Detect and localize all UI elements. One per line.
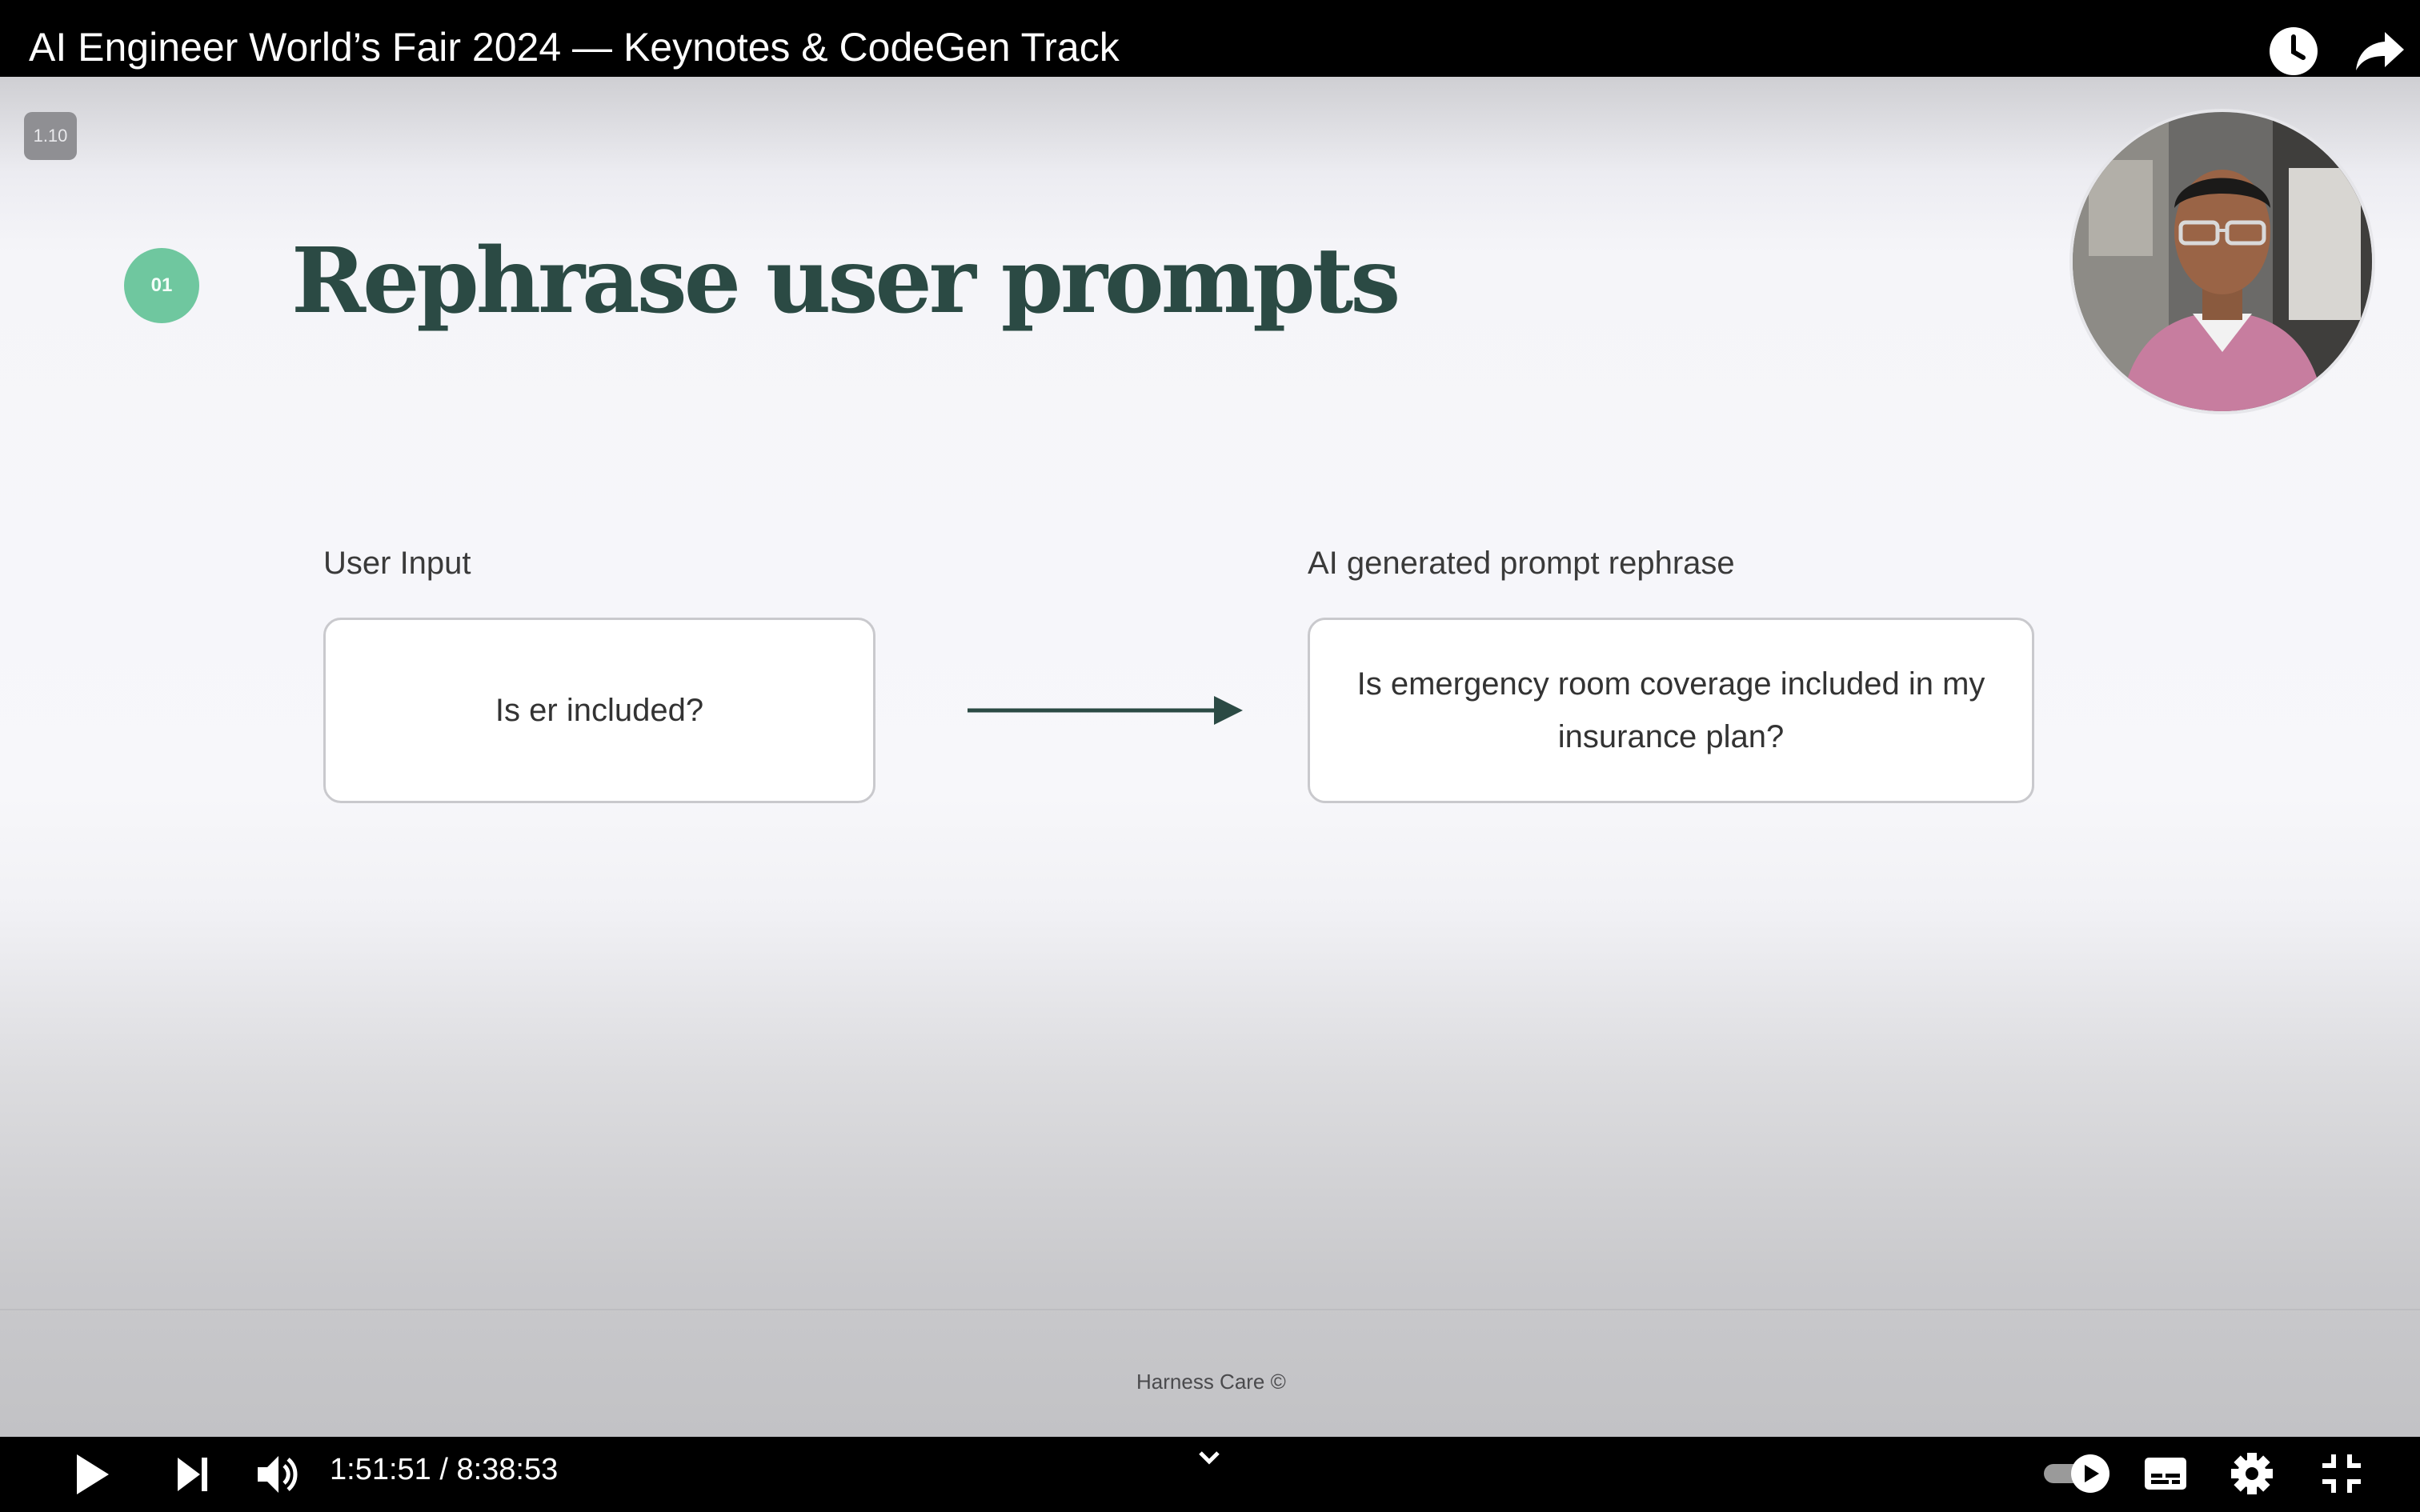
input-box: Is er included? <box>323 618 875 803</box>
autoplay-toggle[interactable] <box>2042 1451 2114 1500</box>
next-icon[interactable] <box>174 1454 211 1498</box>
output-text: Is emergency room coverage included in m… <box>1356 666 1985 754</box>
volume-icon[interactable] <box>254 1451 299 1502</box>
share-icon[interactable] <box>2353 26 2410 83</box>
input-label: User Input <box>323 546 471 581</box>
player-controls: 1:51:51 / 8:38:53 <box>0 1437 2420 1512</box>
top-bar: AI Engineer World’s Fair 2024 — Keynotes… <box>0 0 2420 77</box>
speaker-webcam <box>2073 112 2372 411</box>
input-text: Is er included? <box>495 693 704 728</box>
subtitles-icon[interactable] <box>2143 1454 2188 1497</box>
play-icon[interactable] <box>74 1451 112 1502</box>
arrow-icon <box>964 693 1246 732</box>
time-display: 1:51:51 / 8:38:53 <box>330 1453 559 1486</box>
chevron-down-icon[interactable] <box>1197 1450 1221 1470</box>
clock-icon[interactable] <box>2268 26 2326 83</box>
output-box: Is emergency room coverage included in m… <box>1308 618 2034 803</box>
settings-icon[interactable] <box>2230 1450 2274 1502</box>
video-frame[interactable]: 1.10 01 Rephrase user prompts User Input… <box>0 77 2420 1437</box>
exit-fullscreen-icon[interactable] <box>2319 1450 2364 1502</box>
video-title[interactable]: AI Engineer World’s Fair 2024 — Keynotes… <box>29 24 1120 70</box>
output-label: AI generated prompt rephrase <box>1308 546 1735 581</box>
playback-speed-badge: 1.10 <box>24 112 77 160</box>
step-number-badge: 01 <box>124 248 199 323</box>
slide-footer-text: Harness Care © <box>1136 1370 1286 1394</box>
slide-footer-divider <box>0 1309 2420 1310</box>
slide-title: Rephrase user prompts <box>291 229 1400 334</box>
